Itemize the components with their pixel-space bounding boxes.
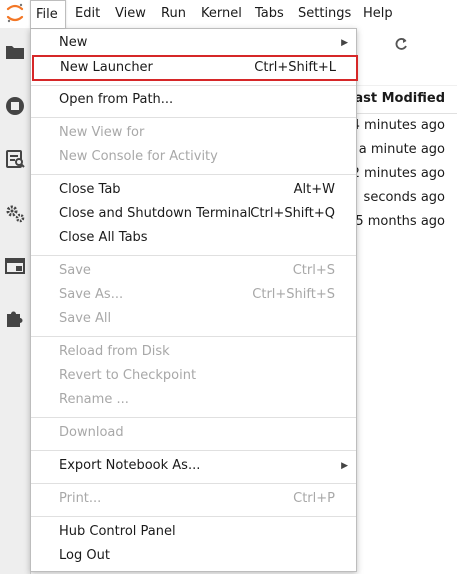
jupyterlab-window: File Edit View Run Kernel Tabs Settings … <box>0 0 457 574</box>
menu-edit[interactable]: Edit <box>70 0 105 28</box>
menu-separator <box>31 336 356 337</box>
caret-right-icon: ▶ <box>341 461 348 471</box>
menu-item-reload-from-disk[interactable]: Reload from Disk <box>31 340 356 364</box>
puzzle-piece-icon[interactable] <box>3 306 27 330</box>
menu-item-new-console-for-activity[interactable]: New Console for Activity <box>31 145 356 169</box>
menu-bar: File Edit View Run Kernel Tabs Settings … <box>0 0 457 29</box>
window-icon[interactable] <box>3 254 27 278</box>
menu-help[interactable]: Help <box>358 0 398 28</box>
menu-view[interactable]: View <box>110 0 151 28</box>
menu-item-new-view-for[interactable]: New View for <box>31 121 356 145</box>
menu-file[interactable]: File <box>30 0 66 28</box>
menu-separator <box>31 174 356 175</box>
file-row-modified[interactable]: seconds ago <box>364 190 445 205</box>
shortcut-print: Ctrl+P <box>293 491 335 506</box>
file-row-modified[interactable]: a minute ago <box>359 142 445 157</box>
gears-icon[interactable] <box>3 201 27 225</box>
menu-item-save[interactable]: Save Ctrl+S <box>31 259 356 283</box>
shortcut-save: Ctrl+S <box>292 263 335 278</box>
menu-tabs[interactable]: Tabs <box>250 0 289 28</box>
property-inspector-icon[interactable] <box>3 147 27 171</box>
menu-item-hub-control-panel[interactable]: Hub Control Panel <box>31 520 356 544</box>
caret-right-icon: ▶ <box>341 38 348 48</box>
file-row-modified[interactable]: 4 minutes ago <box>352 118 445 133</box>
shortcut-new-launcher: Ctrl+Shift+L <box>254 60 336 75</box>
jupyter-logo-icon[interactable] <box>4 2 26 24</box>
file-menu-dropdown: New ▶ New Launcher Ctrl+Shift+L Open fro… <box>30 28 358 572</box>
menu-kernel[interactable]: Kernel <box>196 0 247 28</box>
menu-item-close-all-tabs[interactable]: Close All Tabs <box>31 226 356 250</box>
menu-item-new-launcher[interactable]: New Launcher Ctrl+Shift+L <box>32 55 358 81</box>
menu-item-new[interactable]: New ▶ <box>31 31 356 55</box>
menu-settings[interactable]: Settings <box>293 0 356 28</box>
stop-circle-icon[interactable] <box>3 94 27 118</box>
folder-icon[interactable] <box>3 40 27 64</box>
menu-separator <box>31 85 356 86</box>
menu-separator <box>31 483 356 484</box>
shortcut-save-as: Ctrl+Shift+S <box>252 287 335 302</box>
last-modified-column-header[interactable]: Last Modified <box>346 85 457 114</box>
menu-item-print[interactable]: Print... Ctrl+P <box>31 487 356 511</box>
shortcut-close-tab: Alt+W <box>293 182 335 197</box>
file-row-modified[interactable]: 2 minutes ago <box>352 166 445 181</box>
menu-item-download[interactable]: Download <box>31 421 356 445</box>
menu-separator <box>31 516 356 517</box>
menu-separator <box>31 255 356 256</box>
menu-item-open-from-path[interactable]: Open from Path... <box>31 88 356 112</box>
shortcut-close-shutdown-terminal: Ctrl+Shift+Q <box>250 206 335 221</box>
menu-item-save-all[interactable]: Save All <box>31 307 356 331</box>
menu-item-export-notebook-as[interactable]: Export Notebook As... ▶ <box>31 454 356 478</box>
left-sidebar <box>0 28 31 574</box>
menu-item-close-tab[interactable]: Close Tab Alt+W <box>31 178 356 202</box>
menu-separator <box>31 417 356 418</box>
menu-item-save-as[interactable]: Save As... Ctrl+Shift+S <box>31 283 356 307</box>
menu-item-log-out[interactable]: Log Out <box>31 544 356 568</box>
menu-run[interactable]: Run <box>156 0 191 28</box>
menu-separator <box>31 117 356 118</box>
menu-separator <box>31 450 356 451</box>
file-row-modified[interactable]: 5 months ago <box>355 214 445 229</box>
column-header-label: Last Modified <box>346 91 445 106</box>
menu-item-revert-to-checkpoint[interactable]: Revert to Checkpoint <box>31 364 356 388</box>
menu-item-rename[interactable]: Rename ... <box>31 388 356 412</box>
menu-item-close-shutdown-terminal[interactable]: Close and Shutdown Terminal Ctrl+Shift+Q <box>31 202 356 226</box>
refresh-icon[interactable] <box>393 36 409 52</box>
